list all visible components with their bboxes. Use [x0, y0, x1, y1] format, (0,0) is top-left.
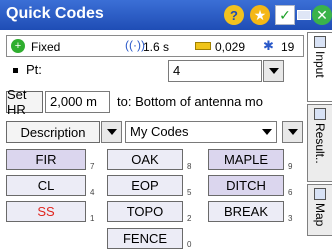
favorites-star-icon[interactable]: ★ — [250, 5, 270, 25]
code-key-hint: 5 — [187, 188, 192, 197]
code-library-select[interactable]: My Codes — [125, 121, 277, 143]
tab-results[interactable]: Result.. — [307, 104, 332, 182]
chevron-down-icon — [106, 129, 117, 135]
window-title: Quick Codes — [6, 5, 104, 22]
code-button-ss[interactable]: SS — [6, 201, 86, 222]
tab-input[interactable]: Input — [307, 32, 332, 102]
code-button-fence[interactable]: FENCE — [107, 228, 183, 249]
rtk-latency: 1.6 s — [143, 40, 170, 54]
tab-map-label: Map — [313, 203, 327, 227]
description-button[interactable]: Description — [6, 121, 100, 143]
gnss-status-bar[interactable]: + Fixed ((·)) 1.6 s 0,029 ✱ 19 — [6, 35, 304, 57]
close-icon[interactable]: ✕ — [312, 5, 332, 25]
code-key-hint: 8 — [187, 162, 192, 171]
precision-value: 0,029 — [215, 40, 246, 54]
chevron-down-icon — [268, 68, 279, 74]
title-bar: Quick Codes ? ★ ✓ ✕ — [0, 0, 332, 30]
fix-status-icon: + — [11, 39, 25, 53]
antenna-measure-target[interactable]: to: Bottom of antenna mo — [117, 94, 305, 109]
tab-map[interactable]: Map — [307, 184, 332, 236]
antenna-height-input[interactable]: 2,000 m — [45, 91, 110, 113]
description-dropdown-button[interactable] — [101, 121, 122, 143]
point-label: Pt: — [26, 62, 42, 77]
code-library-chevron[interactable] — [257, 121, 277, 143]
code-button-fir[interactable]: FIR — [6, 149, 86, 170]
code-key-hint: 4 — [90, 188, 95, 197]
keyboard-icon[interactable] — [297, 5, 311, 25]
chevron-down-icon — [262, 129, 272, 135]
code-key-hint: 1 — [90, 214, 95, 223]
point-bullet-icon — [13, 68, 18, 73]
code-key-hint: 2 — [187, 214, 192, 223]
point-dropdown-button[interactable] — [263, 60, 284, 82]
code-button-topo[interactable]: TOPO — [107, 201, 183, 222]
solution-status: Fixed — [31, 40, 61, 54]
precision-ruler-icon — [195, 42, 211, 50]
satellite-count: 19 — [281, 40, 295, 54]
code-key-hint: 3 — [288, 214, 293, 223]
quick-codes-window: Quick Codes ? ★ ✓ ✕ + Fixed ((·)) 1.6 s … — [0, 0, 332, 252]
checklist-icon[interactable]: ✓ — [275, 5, 295, 25]
code-key-hint: 7 — [90, 162, 95, 171]
radio-signal-icon: ((·)) — [125, 38, 145, 52]
tab-results-label: Result.. — [313, 123, 327, 164]
code-key-hint: 0 — [187, 240, 192, 249]
satellite-icon: ✱ — [263, 38, 274, 53]
results-tab-icon — [314, 108, 326, 120]
code-library-menu-button[interactable] — [282, 121, 303, 143]
code-button-oak[interactable]: OAK — [107, 149, 183, 170]
chevron-down-icon — [287, 129, 298, 135]
code-key-hint: 6 — [288, 188, 293, 197]
tab-input-label: Input — [313, 51, 327, 78]
code-button-ditch[interactable]: DITCH — [208, 175, 284, 196]
code-key-hint: 9 — [288, 162, 293, 171]
input-tab-icon — [314, 36, 326, 48]
map-tab-icon — [314, 188, 326, 200]
code-button-cl[interactable]: CL — [6, 175, 86, 196]
code-button-break[interactable]: BREAK — [208, 201, 284, 222]
point-name-input[interactable]: 4 — [168, 60, 262, 82]
help-icon[interactable]: ? — [224, 5, 244, 25]
code-button-maple[interactable]: MAPLE — [208, 149, 284, 170]
code-button-eop[interactable]: EOP — [107, 175, 183, 196]
set-hr-button[interactable]: Set HR — [6, 87, 43, 117]
